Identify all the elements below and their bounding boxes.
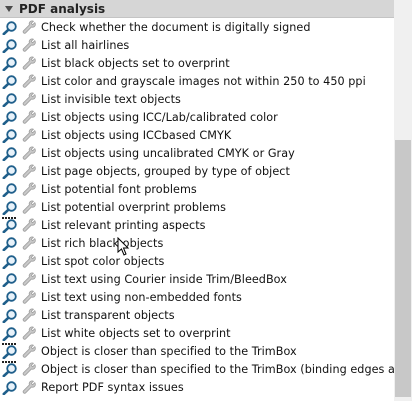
list-item[interactable]: Object is closer than specified to the T… bbox=[0, 360, 394, 378]
magnifier-icon bbox=[0, 54, 19, 72]
list-item[interactable]: List objects using uncalibrated CMYK or … bbox=[0, 144, 394, 162]
wrench-icon[interactable] bbox=[19, 90, 38, 108]
list-item[interactable]: List transparent objects bbox=[0, 306, 394, 324]
list-item-label: List rich black objects bbox=[41, 236, 164, 250]
wrench-icon[interactable] bbox=[19, 306, 38, 324]
magnifier-icon bbox=[0, 288, 19, 306]
list-item[interactable]: List potential overprint problems bbox=[0, 198, 394, 216]
list-item-label: List invisible text objects bbox=[41, 92, 181, 106]
wrench-icon[interactable] bbox=[19, 18, 38, 36]
list-item-label: List objects using uncalibrated CMYK or … bbox=[41, 146, 295, 160]
wrench-icon[interactable] bbox=[19, 126, 38, 144]
list-item[interactable]: List rich black objects bbox=[0, 234, 394, 252]
magnifier-icon bbox=[0, 162, 19, 180]
magnifier-icon bbox=[0, 126, 19, 144]
wrench-icon[interactable] bbox=[19, 54, 38, 72]
wrench-icon[interactable] bbox=[19, 288, 38, 306]
wrench-icon[interactable] bbox=[19, 72, 38, 90]
list-item[interactable]: List white objects set to overprint bbox=[0, 324, 394, 342]
wrench-icon[interactable] bbox=[19, 180, 38, 198]
list-item[interactable]: List potential font problems bbox=[0, 180, 394, 198]
list-item-label: List text using Courier inside Trim/Blee… bbox=[41, 272, 287, 286]
magnifier-icon bbox=[0, 90, 19, 108]
list-item-label: List potential font problems bbox=[41, 182, 197, 196]
wrench-icon[interactable] bbox=[19, 162, 38, 180]
wrench-icon[interactable] bbox=[19, 270, 38, 288]
wrench-icon[interactable] bbox=[19, 234, 38, 252]
list-item-label: List spot color objects bbox=[41, 254, 165, 268]
magnifier-icon bbox=[0, 108, 19, 126]
magnifier-icon bbox=[0, 306, 19, 324]
wrench-icon[interactable] bbox=[19, 324, 38, 342]
magnifier-dotted-icon bbox=[0, 360, 19, 378]
magnifier-icon bbox=[0, 36, 19, 54]
magnifier-icon bbox=[0, 378, 19, 396]
profiles-panel: PDF analysis Check whether the document … bbox=[0, 0, 394, 401]
list-item[interactable]: List spot color objects bbox=[0, 252, 394, 270]
wrench-icon[interactable] bbox=[19, 378, 38, 396]
list-item-label: List potential overprint problems bbox=[41, 200, 226, 214]
magnifier-icon bbox=[0, 198, 19, 216]
magnifier-dotted-icon bbox=[0, 342, 19, 360]
list-item-label: Object is closer than specified to the T… bbox=[41, 362, 394, 376]
magnifier-icon bbox=[0, 234, 19, 252]
list-item[interactable]: List page objects, grouped by type of ob… bbox=[0, 162, 394, 180]
list-item-label: List relevant printing aspects bbox=[41, 218, 206, 232]
magnifier-icon bbox=[0, 252, 19, 270]
magnifier-dotted-icon bbox=[0, 216, 19, 234]
section-header-pdf-analysis[interactable]: PDF analysis bbox=[0, 0, 394, 18]
list-item-label: List page objects, grouped by type of ob… bbox=[41, 164, 290, 178]
magnifier-icon bbox=[0, 144, 19, 162]
scrollbar-thumb[interactable] bbox=[395, 140, 411, 397]
list-item-label: List white objects set to overprint bbox=[41, 326, 231, 340]
list-item-label: Report PDF syntax issues bbox=[41, 380, 184, 394]
wrench-icon[interactable] bbox=[19, 360, 38, 378]
wrench-icon[interactable] bbox=[19, 36, 38, 54]
wrench-icon[interactable] bbox=[19, 144, 38, 162]
section-title: PDF analysis bbox=[19, 1, 106, 16]
list-item-label: List text using non-embedded fonts bbox=[41, 290, 242, 304]
vertical-scrollbar[interactable] bbox=[394, 0, 412, 401]
list-item[interactable]: List relevant printing aspects bbox=[0, 216, 394, 234]
list-item[interactable]: List text using Courier inside Trim/Blee… bbox=[0, 270, 394, 288]
profile-list: Check whether the document is digitally … bbox=[0, 18, 394, 396]
magnifier-icon bbox=[0, 180, 19, 198]
list-item-label: List objects using ICCbased CMYK bbox=[41, 128, 232, 142]
list-item[interactable]: List objects using ICC/Lab/calibrated co… bbox=[0, 108, 394, 126]
list-item[interactable]: List color and grayscale images not with… bbox=[0, 72, 394, 90]
magnifier-icon bbox=[0, 72, 19, 90]
list-item[interactable]: List black objects set to overprint bbox=[0, 54, 394, 72]
collapse-triangle-icon[interactable] bbox=[5, 5, 13, 12]
wrench-icon[interactable] bbox=[19, 252, 38, 270]
list-item[interactable]: Object is closer than specified to the T… bbox=[0, 342, 394, 360]
list-item-label: Check whether the document is digitally … bbox=[41, 20, 311, 34]
list-item-label: List objects using ICC/Lab/calibrated co… bbox=[41, 110, 278, 124]
magnifier-icon bbox=[0, 324, 19, 342]
list-item[interactable]: List all hairlines bbox=[0, 36, 394, 54]
list-item[interactable]: List text using non-embedded fonts bbox=[0, 288, 394, 306]
list-item[interactable]: Report PDF syntax issues bbox=[0, 378, 394, 396]
list-item-label: List all hairlines bbox=[41, 38, 130, 52]
list-item-label: Object is closer than specified to the T… bbox=[41, 344, 297, 358]
list-item[interactable]: Check whether the document is digitally … bbox=[0, 18, 394, 36]
wrench-icon[interactable] bbox=[19, 198, 38, 216]
list-item-label: List transparent objects bbox=[41, 308, 175, 322]
list-item-label: List color and grayscale images not with… bbox=[41, 74, 366, 88]
magnifier-icon bbox=[0, 270, 19, 288]
list-item[interactable]: List objects using ICCbased CMYK bbox=[0, 126, 394, 144]
list-item[interactable]: List invisible text objects bbox=[0, 90, 394, 108]
wrench-icon[interactable] bbox=[19, 108, 38, 126]
wrench-icon[interactable] bbox=[19, 216, 38, 234]
wrench-icon[interactable] bbox=[19, 342, 38, 360]
list-item-label: List black objects set to overprint bbox=[41, 56, 230, 70]
magnifier-icon bbox=[0, 18, 19, 36]
mouse-pointer-icon bbox=[117, 237, 130, 256]
